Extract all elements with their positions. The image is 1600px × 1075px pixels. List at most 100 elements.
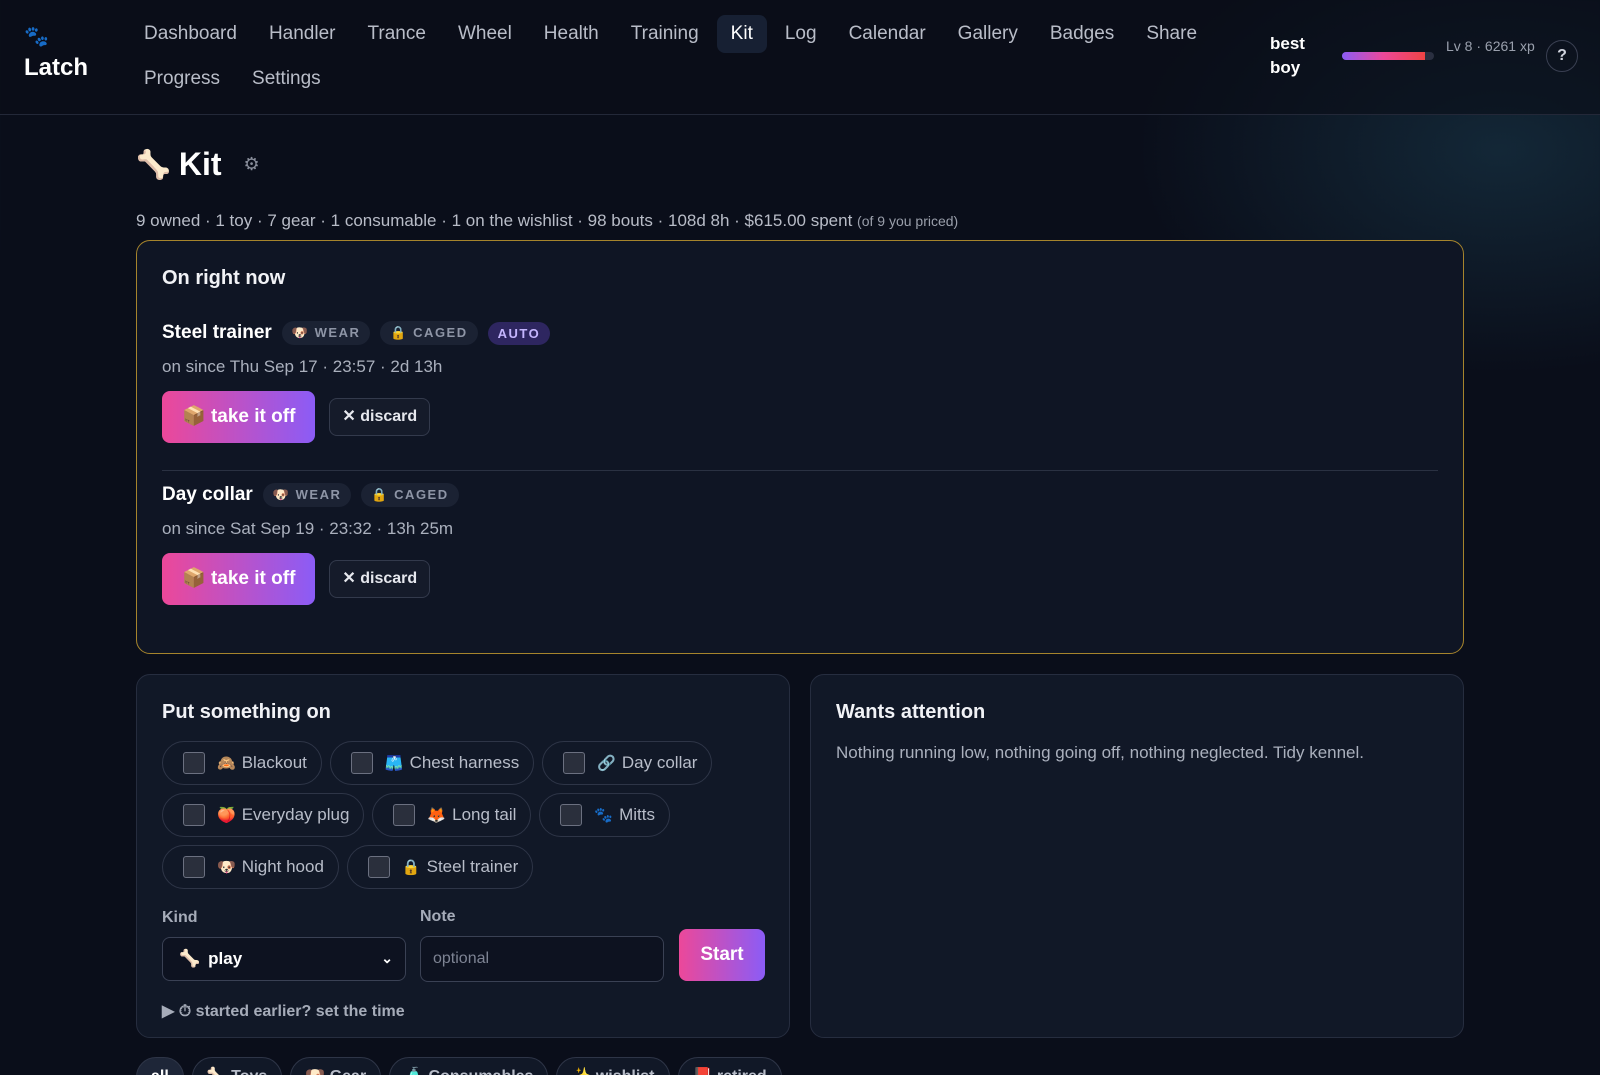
checkbox[interactable] (367, 856, 390, 878)
nav-row-2: Progress Settings (130, 59, 1230, 99)
wants-attention-message: Nothing running low, nothing going off, … (836, 743, 1365, 762)
start-button[interactable]: Start (679, 929, 765, 981)
kit-summary: 9 owned · 1 toy · 7 gear · 1 consumable … (136, 211, 958, 231)
gear-options: 🙈 Blackout 🩳 Chest harness 🔗 Day collar 🍑 Ev… (162, 741, 772, 897)
nav-dashboard[interactable]: Dashboard (130, 15, 251, 53)
brand-name: Latch (24, 54, 89, 81)
nav-trance[interactable]: Trance (354, 15, 440, 53)
item-name: Steel trainer (162, 322, 272, 343)
divider (162, 470, 1438, 471)
started-earlier-toggle[interactable]: ▶ ⏱ started earlier? set the time (162, 1001, 405, 1021)
option-night-hood[interactable]: 🐶 Night hood (162, 845, 339, 889)
option-day-collar[interactable]: 🔗 Day collar (542, 741, 713, 785)
checkbox[interactable] (350, 752, 373, 774)
filter-gear[interactable]: 🐶 Gear (290, 1057, 382, 1075)
gear-icon[interactable]: ⚙ (244, 154, 260, 175)
filter-wishlist[interactable]: ✨ wishlist (556, 1057, 670, 1075)
level-xp-text: Lv 8 · 6261 xp (1446, 38, 1535, 54)
caged-tag: 🔒 CAGED (380, 321, 478, 345)
lock-icon: 🔒 (390, 325, 409, 340)
dog-icon: 🐶 (291, 325, 310, 340)
nav-kit[interactable]: Kit (716, 15, 767, 53)
filter-retired[interactable]: 📕 retired (677, 1057, 782, 1075)
nav-health[interactable]: Health (530, 15, 613, 53)
user-panel: best boy Lv 8 · 6261 xp ? (1270, 30, 1590, 90)
take-it-off-button[interactable]: 📦 take it off (162, 553, 316, 605)
on-right-now-card: On right now Steel trainer 🐶 WEAR 🔒 CAGE… (136, 240, 1464, 654)
chevron-down-icon: ⌄ (381, 950, 393, 966)
paw-icon: 🐾 (24, 26, 49, 48)
checkbox[interactable] (560, 804, 583, 826)
option-blackout[interactable]: 🙈 Blackout (162, 741, 322, 785)
filter-toys[interactable]: 🦴 Toys (191, 1057, 283, 1075)
kind-label: Kind (162, 909, 198, 926)
box-icon: 📦 (182, 406, 206, 427)
nav-training[interactable]: Training (617, 15, 713, 53)
nav-wheel[interactable]: Wheel (444, 15, 526, 53)
nav-calendar[interactable]: Calendar (835, 15, 940, 53)
worn-item: Day collar 🐶 WEAR 🔒 CAGED on since Sat S… (162, 481, 1438, 605)
note-input[interactable] (420, 936, 664, 982)
harness-icon: 🩳 (384, 755, 404, 772)
note-label: Note (420, 908, 456, 925)
option-steel-trainer[interactable]: 🔒 Steel trainer (346, 845, 534, 889)
item-name: Day collar (162, 484, 253, 505)
close-icon: ✕ (342, 408, 356, 425)
see-no-evil-icon: 🙈 (217, 755, 236, 772)
kind-value: play (208, 949, 243, 968)
checkbox[interactable] (393, 804, 416, 826)
on-right-now-heading: On right now (162, 267, 286, 289)
brand[interactable]: 🐾 Latch (24, 26, 88, 82)
main-nav: Dashboard Handler Trance Wheel Health Tr… (130, 14, 1230, 104)
xp-progress-fill (1342, 52, 1425, 60)
summary-note: (of 9 you priced) (857, 213, 959, 229)
help-button[interactable]: ? (1546, 40, 1578, 72)
take-it-off-button[interactable]: 📦 take it off (162, 391, 316, 443)
option-mitts[interactable]: 🐾 Mitts (539, 793, 670, 837)
bone-icon: 🦴 (179, 949, 201, 968)
kind-select[interactable]: 🦴 play ⌄ (162, 937, 406, 981)
checkbox[interactable] (563, 752, 586, 774)
checkbox[interactable] (183, 856, 205, 878)
discard-button[interactable]: ✕ discard (329, 398, 431, 436)
page-heading: Kit (178, 146, 222, 182)
bone-icon: 🦴 (136, 149, 171, 180)
dog-icon: 🐶 (272, 487, 291, 502)
wants-attention-heading: Wants attention (836, 701, 986, 723)
lock-icon: 🔒 (401, 859, 421, 876)
top-navigation-bar: 🐾 Latch Dashboard Handler Trance Wheel H… (0, 0, 1600, 115)
nav-share[interactable]: Share (1132, 15, 1211, 53)
user-name[interactable]: best boy (1270, 32, 1330, 80)
nav-settings[interactable]: Settings (238, 60, 335, 98)
since-text: on since Sat Sep 19 · 23:32 · 13h 25m (162, 519, 454, 538)
checkbox[interactable] (183, 804, 205, 826)
dog-icon: 🐶 (217, 859, 236, 876)
nav-badges[interactable]: Badges (1036, 15, 1128, 53)
filter-all[interactable]: all (136, 1057, 184, 1075)
xp-progress-bar (1342, 52, 1434, 60)
wear-tag: 🐶 WEAR (262, 483, 352, 507)
nav-gallery[interactable]: Gallery (944, 15, 1032, 53)
lock-icon: 🔒 (371, 487, 390, 502)
auto-tag: AUTO (487, 321, 551, 345)
option-long-tail[interactable]: 🦊 Long tail (372, 793, 532, 837)
box-icon: 📦 (182, 568, 206, 589)
checkbox[interactable] (183, 752, 205, 774)
page-title: 🦴 Kit ⚙ (136, 146, 260, 183)
option-chest-harness[interactable]: 🩳 Chest harness (329, 741, 535, 785)
close-icon: ✕ (342, 570, 356, 587)
kit-filter-tabs: all 🦴 Toys 🐶 Gear 🧴 Consumables ✨ wishli… (136, 1057, 790, 1075)
nav-progress[interactable]: Progress (130, 60, 234, 98)
nav-row-1: Dashboard Handler Trance Wheel Health Tr… (130, 14, 1230, 54)
filter-consumables[interactable]: 🧴 Consumables (389, 1057, 549, 1075)
since-text: on since Thu Sep 17 · 23:57 · 2d 13h (162, 357, 443, 376)
nav-log[interactable]: Log (771, 15, 831, 53)
wants-attention-card: Wants attention Nothing running low, not… (810, 674, 1464, 1038)
put-something-on-card: Put something on 🙈 Blackout 🩳 Chest harnes… (136, 674, 790, 1038)
discard-button[interactable]: ✕ discard (329, 560, 431, 598)
summary-text: 9 owned · 1 toy · 7 gear · 1 consumable … (136, 211, 853, 230)
worn-item: Steel trainer 🐶 WEAR 🔒 CAGED AUTO on sin… (162, 319, 1438, 443)
nav-handler[interactable]: Handler (255, 15, 350, 53)
option-everyday-plug[interactable]: 🍑 Everyday plug (162, 793, 365, 837)
wear-tag: 🐶 WEAR (281, 321, 371, 345)
